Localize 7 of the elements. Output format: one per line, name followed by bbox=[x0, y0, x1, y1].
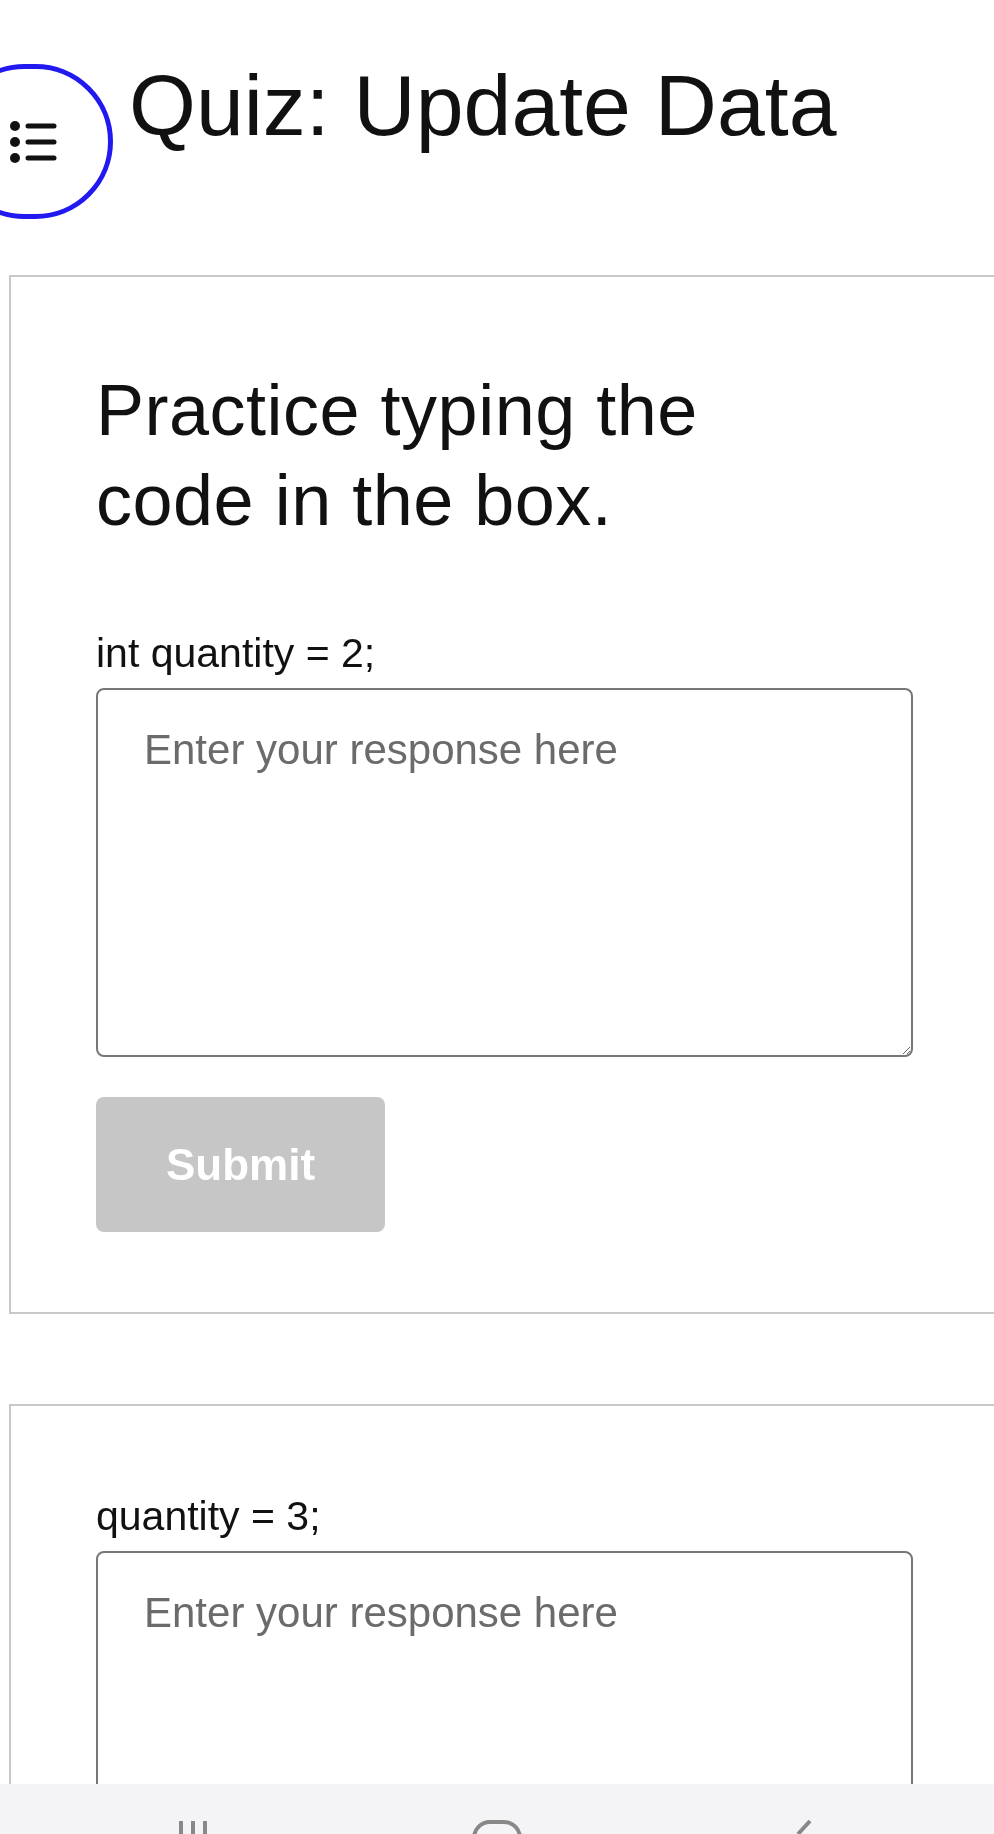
answer-field[interactable]: Enter your response here bbox=[96, 688, 913, 1058]
question-heading: Practice typing the code in the box. bbox=[96, 369, 699, 542]
code-prompt: quantity = 3; bbox=[96, 1492, 321, 1541]
menu-icon bbox=[10, 119, 58, 164]
page-title: Quiz: Update Data bbox=[129, 56, 837, 155]
code-prompt: int quantity = 2; bbox=[96, 629, 376, 678]
home-icon[interactable] bbox=[471, 1819, 523, 1834]
